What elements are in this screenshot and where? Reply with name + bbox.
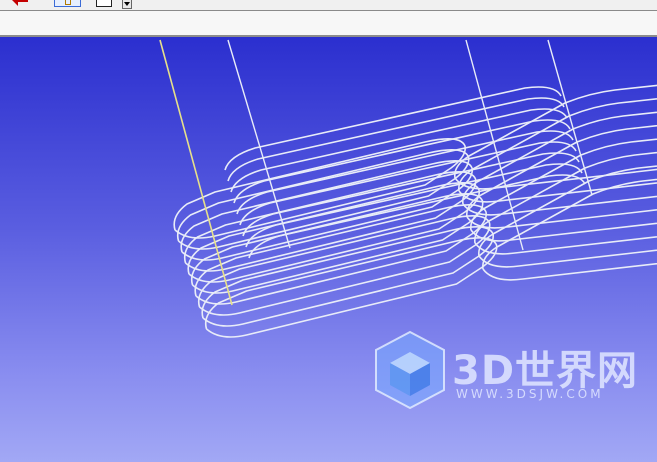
pointer-tool-icon	[65, 0, 71, 5]
pointer-tool-button[interactable]	[54, 0, 81, 7]
cube-logo-icon	[375, 330, 445, 410]
wire-loop	[461, 111, 657, 216]
dropdown-button[interactable]	[122, 0, 132, 9]
wire-loop	[457, 98, 657, 203]
toolbar	[0, 0, 657, 11]
chevron-down-icon	[124, 2, 130, 6]
vertical-wire	[547, 39, 593, 196]
back-button[interactable]	[12, 0, 34, 7]
back-arrow-icon	[12, 0, 28, 6]
watermark-url: WWW.3DSJW.COM	[456, 387, 604, 401]
frame-button[interactable]	[96, 0, 112, 7]
3d-viewport[interactable]: 3D世界网 WWW.3DSJW.COM	[0, 37, 657, 462]
highlight-wire	[159, 39, 233, 306]
watermark: 3D世界网 WWW.3DSJW.COM	[374, 330, 644, 410]
address-bar[interactable]	[0, 11, 657, 37]
